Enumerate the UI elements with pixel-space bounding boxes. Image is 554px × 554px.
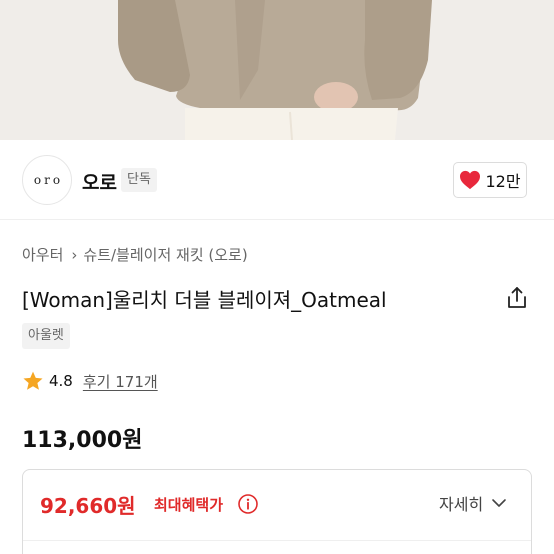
share-icon[interactable] [504,285,530,311]
benefit-label: 최대혜택가 [154,496,224,514]
divider [23,540,531,541]
product-image[interactable] [0,0,554,140]
rating-row: 4.8 후기 171개 [22,370,158,392]
product-title: [Woman]울리치 더블 블레이져_Oatmeal [22,288,387,312]
benefit-price: 92,660원 [40,494,136,518]
breadcrumb-item-outer[interactable]: 아우터 [22,244,63,265]
brand-name[interactable]: 오로 [82,168,117,195]
star-icon [23,371,43,390]
heart-icon [460,170,481,190]
breadcrumb: 아우터 › 슈트/블레이저 재킷 (오로) [22,244,248,265]
product-price: 113,000원 [22,428,143,453]
detail-toggle-label: 자세히 [439,495,484,514]
rating-value: 4.8 [49,372,73,390]
max-benefit-panel: 92,660원 최대혜택가 자세히 [22,469,532,554]
chevron-down-icon [492,499,506,507]
review-count-link[interactable]: 후기 171개 [83,371,158,392]
brand-logo[interactable]: oro [22,155,72,205]
info-icon[interactable] [237,493,259,515]
breadcrumb-separator-icon: › [71,245,78,264]
like-button[interactable]: 12만 [453,162,527,198]
outlet-tag: 아울렛 [22,323,70,349]
detail-toggle-button[interactable]: 자세히 [439,491,507,515]
exclusive-badge: 단독 [121,168,157,192]
breadcrumb-item-category[interactable]: 슈트/블레이저 재킷 (오로) [83,244,247,265]
like-count: 12만 [485,172,521,191]
